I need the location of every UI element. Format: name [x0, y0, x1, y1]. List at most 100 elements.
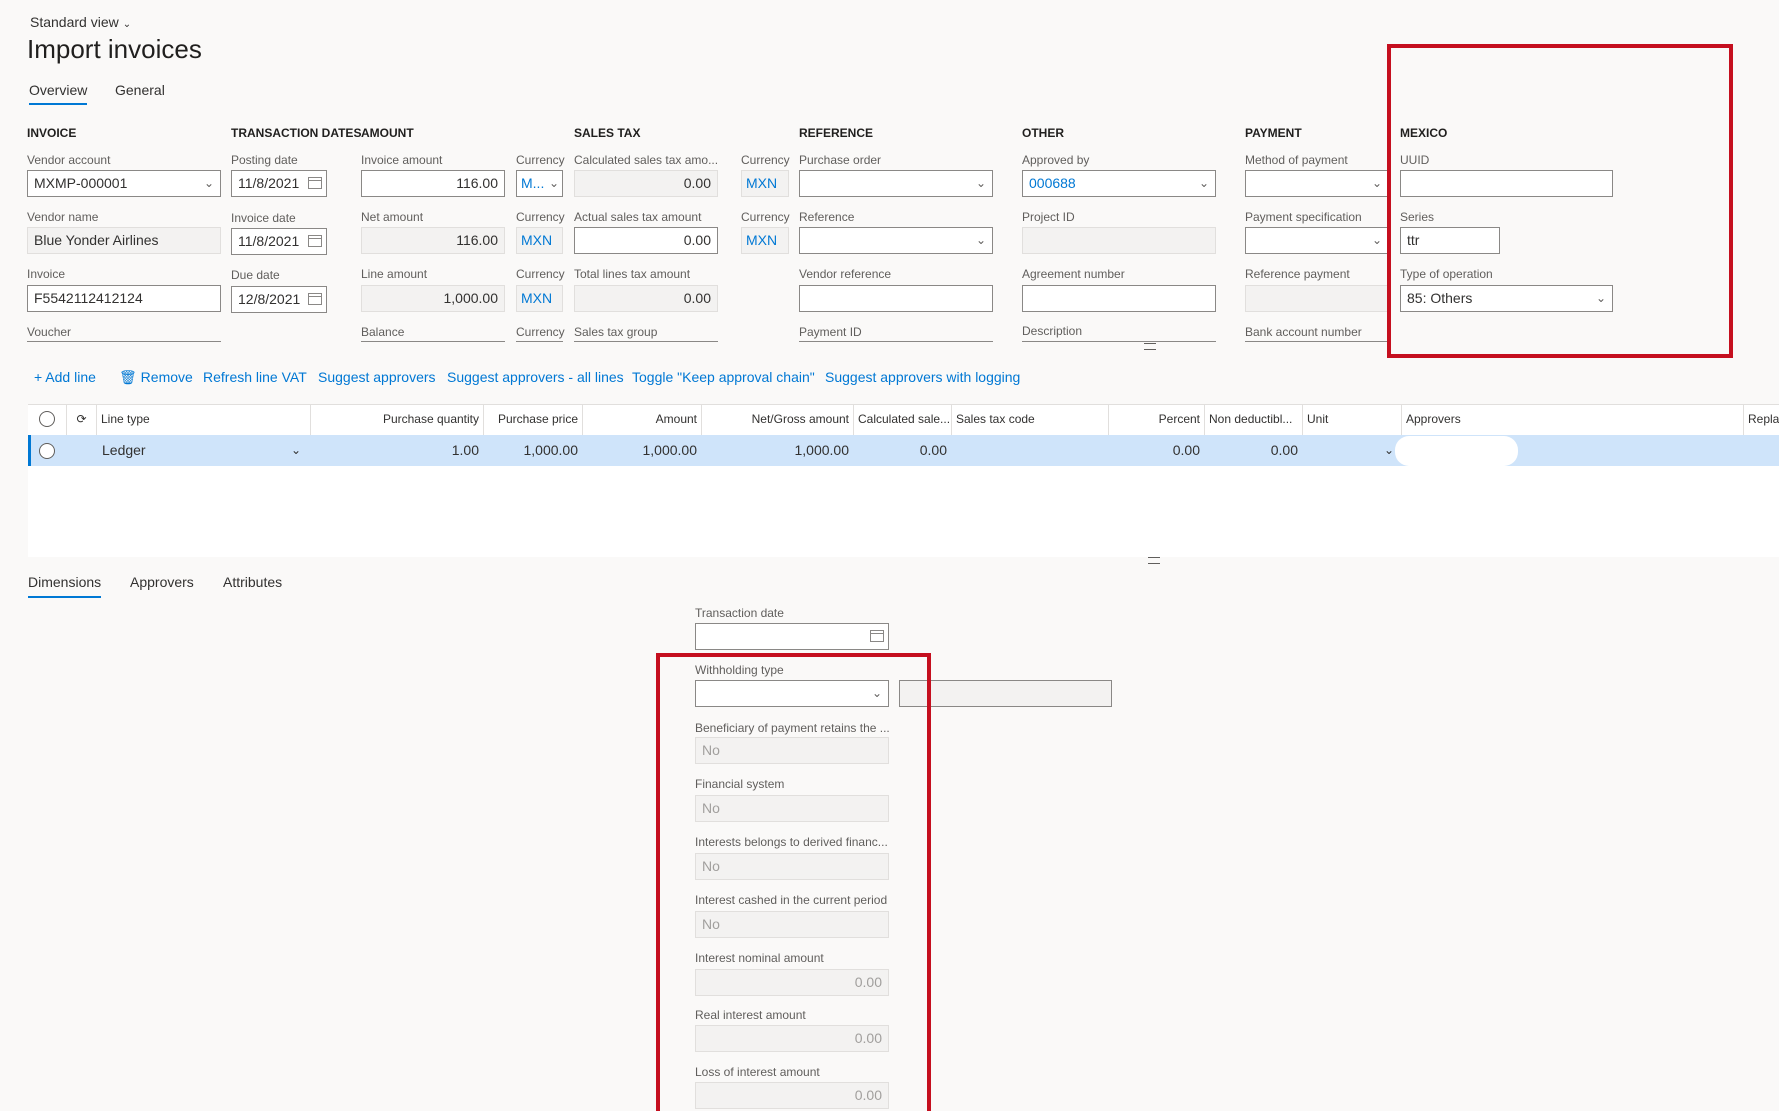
net-amount-field: 116.00 — [361, 227, 505, 254]
col-replace[interactable]: Replac — [1744, 404, 1779, 435]
balance-field — [361, 341, 505, 342]
payment-specification-field[interactable]: ⌄ — [1245, 227, 1389, 254]
row-select-radio[interactable] — [39, 443, 55, 459]
refresh-line-vat-button[interactable]: Refresh line VAT — [203, 369, 307, 385]
calendar-icon[interactable] — [870, 630, 884, 642]
refresh-icon[interactable]: ⟳ — [67, 404, 97, 435]
cell-line-type[interactable]: Ledger ⌄ — [97, 435, 311, 466]
project-id-label: Project ID — [1022, 210, 1075, 224]
actual-tax-field[interactable]: 0.00 — [574, 227, 718, 254]
col-unit[interactable]: Unit — [1303, 404, 1402, 435]
cell-purchase-quantity[interactable]: 1.00 — [311, 435, 484, 466]
calendar-icon[interactable] — [308, 235, 322, 247]
invoice-currency-field[interactable]: M... ⌄ — [516, 170, 563, 197]
section-other: OTHER — [1022, 126, 1064, 140]
cell-net-gross[interactable]: 1,000.00 — [702, 435, 854, 466]
line-amount-field: 1,000.00 — [361, 285, 505, 312]
toggle-keep-approval-button[interactable]: Toggle "Keep approval chain" — [632, 369, 815, 385]
remove-button[interactable]: 🗑 Remove — [119, 369, 193, 386]
vendor-account-field[interactable]: MXMP-000001 ⌄ — [27, 170, 221, 197]
currency-label: Currency — [741, 153, 790, 167]
tab-attributes[interactable]: Attributes — [223, 574, 282, 590]
col-net-gross[interactable]: Net/Gross amount — [702, 404, 854, 435]
invoice-date-field[interactable]: 11/8/2021 — [231, 228, 327, 255]
payment-id-field — [799, 341, 993, 342]
chevron-down-icon: ⌄ — [1371, 176, 1382, 190]
cell-purchase-price[interactable]: 1,000.00 — [484, 435, 583, 466]
sales-tax-group-label: Sales tax group — [574, 325, 658, 339]
cell-unit[interactable]: ⌄ — [1303, 435, 1402, 466]
cell-percent[interactable]: 0.00 — [1109, 435, 1205, 466]
reference-payment-label: Reference payment — [1245, 267, 1350, 281]
chevron-down-icon: ⌄ — [548, 176, 559, 190]
calendar-icon[interactable] — [308, 177, 322, 189]
approvers-redacted — [1395, 436, 1518, 466]
cell-amount[interactable]: 1,000.00 — [583, 435, 702, 466]
invoice-amount-field[interactable]: 116.00 — [361, 170, 505, 197]
highlight-box-mexico — [1387, 44, 1733, 358]
col-sales-tax-code[interactable]: Sales tax code — [952, 404, 1109, 435]
calendar-icon[interactable] — [308, 293, 322, 305]
balance-currency-field — [516, 341, 563, 342]
balance-label: Balance — [361, 325, 405, 339]
chevron-down-icon: ⌄ — [975, 233, 986, 247]
col-calculated-sales-tax[interactable]: Calculated sale... — [854, 404, 952, 435]
col-purchase-price[interactable]: Purchase price — [484, 404, 583, 435]
invoice-date-value: 11/8/2021 — [238, 233, 300, 249]
add-line-button[interactable]: + Add line — [34, 369, 96, 385]
cell-sales-tax-code[interactable] — [952, 435, 1109, 466]
transaction-date-field[interactable] — [695, 623, 889, 650]
net-currency-field: MXN — [516, 227, 563, 254]
col-approvers[interactable]: Approvers — [1402, 404, 1744, 435]
suggest-approvers-logging-button[interactable]: Suggest approvers with logging — [825, 369, 1020, 385]
tab-overview[interactable]: Overview — [29, 82, 88, 105]
vendor-reference-label: Vendor reference — [799, 267, 892, 281]
vendor-name-label: Vendor name — [27, 210, 99, 224]
col-percent[interactable]: Percent — [1109, 404, 1205, 435]
approved-by-field[interactable]: 000688 ⌄ — [1022, 170, 1216, 197]
description-field — [1022, 341, 1216, 342]
tab-approvers[interactable]: Approvers — [130, 574, 194, 590]
approved-by-value: 000688 — [1029, 175, 1076, 191]
tab-dimensions[interactable]: Dimensions — [28, 574, 102, 598]
chevron-down-icon: ⌄ — [290, 443, 301, 457]
select-all-header[interactable] — [28, 404, 67, 435]
reference-field[interactable]: ⌄ — [799, 227, 993, 254]
vendor-name-field: Blue Yonder Airlines — [27, 227, 221, 254]
agreement-field[interactable] — [1022, 285, 1216, 312]
col-amount[interactable]: Amount — [583, 404, 702, 435]
add-line-label: Add line — [45, 369, 96, 385]
chevron-down-icon: ⌄ — [1198, 176, 1209, 190]
invoice-currency-value: M... — [521, 175, 545, 191]
splitter-handle[interactable] — [1148, 557, 1160, 564]
line-type-value: Ledger — [102, 442, 146, 458]
invoice-amount-label: Invoice amount — [361, 153, 443, 167]
due-date-field[interactable]: 12/8/2021 — [231, 286, 327, 313]
row-selected-indicator — [28, 435, 31, 466]
net-amount-label: Net amount — [361, 210, 424, 224]
suggest-approvers-button[interactable]: Suggest approvers — [318, 369, 436, 385]
purchase-order-field[interactable]: ⌄ — [799, 170, 993, 197]
cell-calculated-sales-tax[interactable]: 0.00 — [854, 435, 952, 466]
cell-non-deductible[interactable]: 0.00 — [1205, 435, 1303, 466]
sales-tax-group-field — [574, 341, 718, 342]
view-selector[interactable]: Standard view ⌄ — [30, 14, 131, 30]
chevron-down-icon: ⌄ — [122, 19, 132, 30]
select-all-radio[interactable] — [39, 411, 55, 427]
tab-general[interactable]: General — [115, 82, 165, 98]
col-non-deductible[interactable]: Non deductibl... — [1205, 404, 1303, 435]
bank-account-field — [1245, 341, 1389, 342]
splitter-handle[interactable] — [1144, 343, 1156, 350]
vendor-reference-field[interactable] — [799, 285, 993, 312]
col-line-type[interactable]: Line type — [97, 404, 311, 435]
invoice-label: Invoice — [27, 267, 66, 281]
suggest-approvers-all-button[interactable]: Suggest approvers - all lines — [447, 369, 624, 385]
method-of-payment-field[interactable]: ⌄ — [1245, 170, 1389, 197]
due-date-value: 12/8/2021 — [238, 291, 301, 307]
page-title: Import invoices — [27, 34, 202, 64]
invoice-field[interactable]: F5542112412124 — [27, 285, 221, 312]
calculated-tax-label: Calculated sales tax amo... — [574, 153, 719, 167]
posting-date-field[interactable]: 11/8/2021 — [231, 170, 327, 197]
payment-id-label: Payment ID — [799, 325, 862, 339]
col-purchase-quantity[interactable]: Purchase quantity — [311, 404, 484, 435]
